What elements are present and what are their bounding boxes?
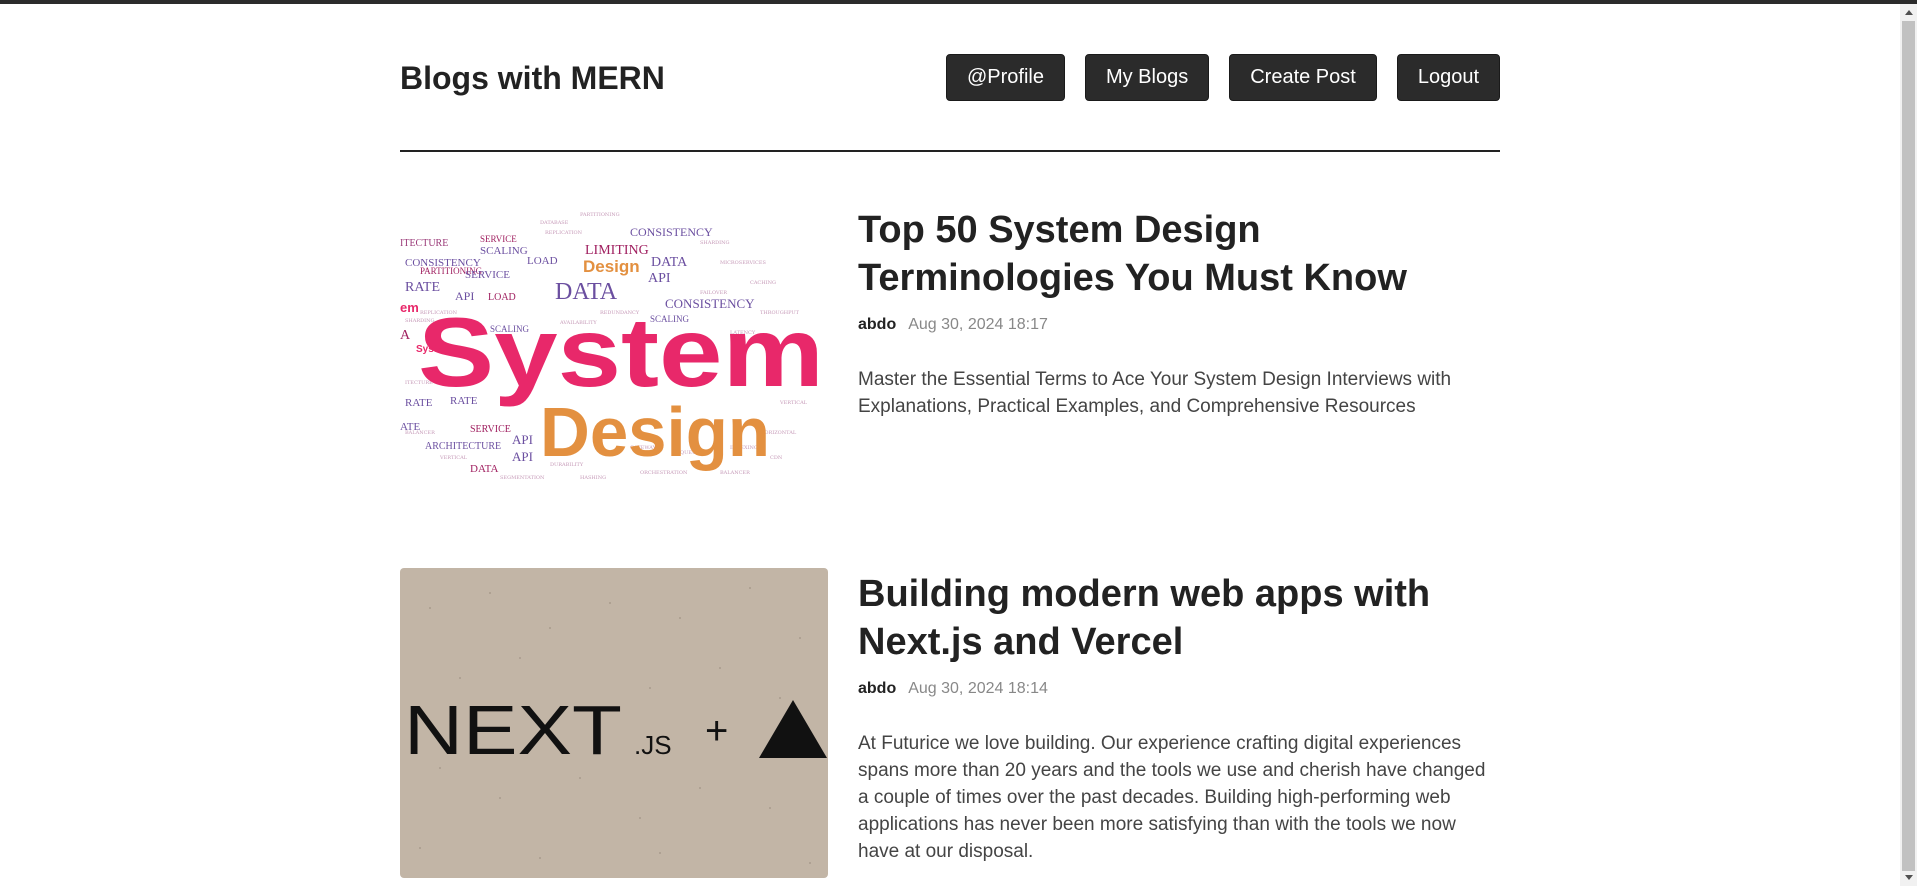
svg-text:System: System xyxy=(416,344,452,355)
svg-text:Design: Design xyxy=(540,393,770,471)
post-content: Top 50 System Design Terminologies You M… xyxy=(858,204,1500,514)
post-title[interactable]: Top 50 System Design Terminologies You M… xyxy=(858,206,1500,302)
svg-text:API: API xyxy=(512,449,533,464)
post-thumbnail[interactable]: NEXT .JS + xyxy=(400,568,828,878)
page-container: Blogs with MERN @Profile My Blogs Create… xyxy=(400,4,1500,878)
svg-text:DATA: DATA xyxy=(651,255,688,270)
svg-text:REPLICATION: REPLICATION xyxy=(545,230,583,236)
svg-text:MICROSERVICES: MICROSERVICES xyxy=(720,260,767,266)
svg-text:VERTICAL: VERTICAL xyxy=(439,455,468,461)
svg-text:DATA: DATA xyxy=(470,463,499,475)
svg-text:ITECTURE: ITECTURE xyxy=(400,238,448,249)
post-date: Aug 30, 2024 18:14 xyxy=(908,680,1048,697)
scrollbar-thumb[interactable] xyxy=(1902,21,1915,871)
post-meta: abdo Aug 30, 2024 18:14 xyxy=(858,680,1500,698)
system-design-word-cloud-image: ITECTURE PARTITIONING SERVICE SCALING CO… xyxy=(400,204,828,514)
svg-text:SERVICE: SERVICE xyxy=(470,424,511,435)
svg-text:SERVICE: SERVICE xyxy=(480,234,517,244)
vertical-scrollbar[interactable] xyxy=(1900,4,1917,886)
svg-text:API: API xyxy=(648,271,671,286)
post-date: Aug 30, 2024 18:17 xyxy=(908,316,1048,333)
svg-text:em: em xyxy=(400,300,419,315)
svg-text:BALANCER: BALANCER xyxy=(405,430,435,436)
site-header: Blogs with MERN @Profile My Blogs Create… xyxy=(400,4,1500,152)
svg-text:API: API xyxy=(512,432,533,447)
svg-text:A: A xyxy=(400,328,411,343)
svg-text:Design: Design xyxy=(583,257,640,276)
create-post-button[interactable]: Create Post xyxy=(1229,54,1377,101)
svg-text:HASHING: HASHING xyxy=(580,475,606,481)
svg-text:DATABASE: DATABASE xyxy=(540,220,569,226)
scroll-down-arrow-icon[interactable] xyxy=(1900,869,1917,886)
svg-text:NEXT: NEXT xyxy=(404,691,622,769)
post-author: abdo xyxy=(858,680,897,697)
logout-button[interactable]: Logout xyxy=(1396,54,1500,101)
post-thumbnail[interactable]: ITECTURE PARTITIONING SERVICE SCALING CO… xyxy=(400,204,828,514)
svg-text:SHARDING: SHARDING xyxy=(700,240,730,246)
svg-text:RATE: RATE xyxy=(405,280,440,295)
svg-text:CDN: CDN xyxy=(770,455,783,461)
post-summary: Master the Essential Terms to Ace Your S… xyxy=(858,369,1452,417)
svg-text:.JS: .JS xyxy=(634,730,672,760)
svg-text:LIMITING: LIMITING xyxy=(585,243,649,258)
my-blogs-button[interactable]: My Blogs xyxy=(1084,54,1210,101)
post-card: NEXT .JS + Building modern web apps with… xyxy=(400,568,1500,878)
post-title[interactable]: Building modern web apps with Next.js an… xyxy=(858,570,1500,666)
svg-text:System: System xyxy=(418,297,824,407)
svg-text:SCALING: SCALING xyxy=(480,245,528,257)
svg-text:SEGMENTATION: SEGMENTATION xyxy=(500,475,545,481)
main-nav: @Profile My Blogs Create Post Logout xyxy=(945,54,1500,101)
svg-text:PARTITIONING: PARTITIONING xyxy=(580,212,620,218)
svg-text:+: + xyxy=(705,709,728,753)
svg-text:LOAD: LOAD xyxy=(527,255,558,267)
scroll-up-arrow-icon[interactable] xyxy=(1900,4,1917,21)
svg-text:FAILOVER: FAILOVER xyxy=(700,290,727,296)
nextjs-vercel-image: NEXT .JS + xyxy=(400,568,828,878)
svg-text:CACHING: CACHING xyxy=(750,280,776,286)
svg-text:ARCHITECTURE: ARCHITECTURE xyxy=(425,441,501,452)
svg-text:CONSISTENCY: CONSISTENCY xyxy=(630,225,713,239)
svg-text:CONSISTENCY: CONSISTENCY xyxy=(405,257,481,269)
post-summary: At Futurice we love building. Our experi… xyxy=(858,733,1486,862)
svg-text:SERVICE: SERVICE xyxy=(465,269,510,281)
post-meta: abdo Aug 30, 2024 18:17 xyxy=(858,316,1500,334)
post-content: Building modern web apps with Next.js an… xyxy=(858,568,1500,878)
site-logo[interactable]: Blogs with MERN xyxy=(400,60,665,97)
post-card: ITECTURE PARTITIONING SERVICE SCALING CO… xyxy=(400,204,1500,514)
profile-button[interactable]: @Profile xyxy=(945,54,1065,101)
post-author: abdo xyxy=(858,316,897,333)
